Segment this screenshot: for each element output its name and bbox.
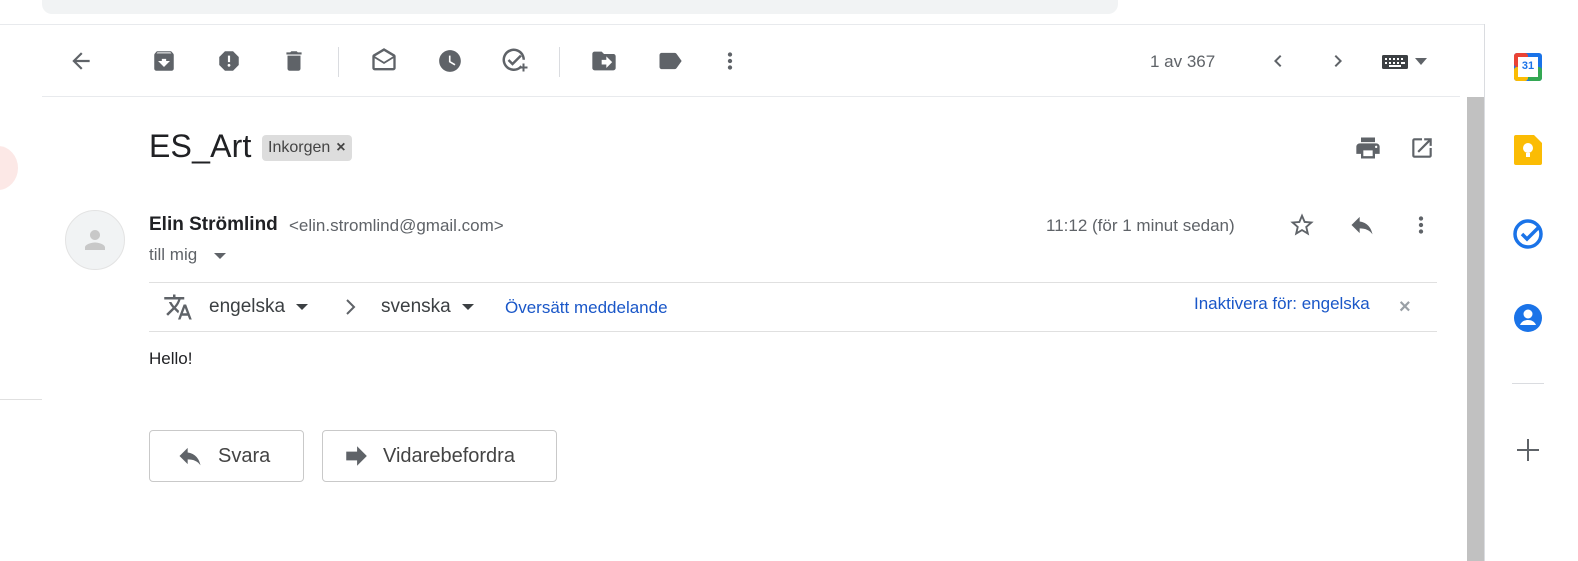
sender-name[interactable]: Elin Strömlind bbox=[149, 214, 278, 236]
chevron-down-icon bbox=[1415, 58, 1427, 66]
reply-button[interactable] bbox=[1342, 205, 1382, 245]
label-chip[interactable]: Inkorgen × bbox=[262, 135, 352, 161]
add-to-tasks-button[interactable] bbox=[495, 41, 535, 81]
plus-icon bbox=[1517, 439, 1539, 461]
translate-icon bbox=[162, 292, 194, 322]
archive-button[interactable] bbox=[144, 41, 184, 81]
move-to-button[interactable] bbox=[584, 41, 624, 81]
chevron-down-icon bbox=[461, 303, 475, 311]
mark-unread-icon bbox=[370, 47, 398, 75]
keep-app-button[interactable] bbox=[1508, 130, 1548, 170]
chevron-right-icon bbox=[344, 297, 358, 317]
forward-label: Vidarebefordra bbox=[383, 444, 515, 467]
print-icon bbox=[1354, 134, 1382, 162]
toolbar-separator bbox=[338, 47, 339, 77]
translate-bar-bottom-border bbox=[149, 331, 1437, 332]
sender-email: <elin.stromlind@gmail.com> bbox=[289, 216, 504, 235]
forward-icon bbox=[343, 443, 369, 469]
newer-button[interactable] bbox=[1258, 41, 1298, 81]
star-outline-icon bbox=[1288, 211, 1316, 239]
archive-icon bbox=[151, 48, 177, 74]
keep-icon bbox=[1514, 135, 1542, 165]
add-to-tasks-icon bbox=[500, 46, 530, 76]
reply-label: Svara bbox=[218, 444, 271, 467]
chevron-left-icon bbox=[1266, 49, 1290, 73]
remove-label-button[interactable]: × bbox=[336, 139, 345, 157]
target-language: svenska bbox=[381, 296, 451, 317]
target-language-select[interactable]: svenska bbox=[381, 296, 475, 318]
more-vert-icon bbox=[1408, 212, 1434, 238]
side-panel-separator bbox=[1512, 383, 1544, 384]
move-to-icon bbox=[590, 47, 618, 75]
side-panel-border bbox=[1484, 24, 1485, 561]
calendar-day: 31 bbox=[1521, 60, 1535, 72]
translate-message-link[interactable]: Översätt meddelande bbox=[505, 298, 668, 318]
person-icon bbox=[80, 225, 110, 255]
scrollbar-thumb[interactable] bbox=[1467, 97, 1484, 561]
label-button[interactable] bbox=[650, 41, 690, 81]
report-spam-button[interactable] bbox=[209, 41, 249, 81]
delete-button[interactable] bbox=[274, 41, 314, 81]
star-button[interactable] bbox=[1282, 205, 1322, 245]
contacts-icon bbox=[1513, 303, 1543, 333]
tasks-icon bbox=[1513, 219, 1543, 249]
recipient-label: till mig bbox=[149, 245, 198, 264]
back-button[interactable] bbox=[61, 41, 101, 81]
reply-icon bbox=[1348, 211, 1376, 239]
open-in-new-icon bbox=[1409, 135, 1435, 161]
disable-translation-link[interactable]: Inaktivera för: engelska bbox=[1194, 294, 1370, 314]
message-more-button[interactable] bbox=[1401, 205, 1441, 245]
close-translate-bar-button[interactable]: × bbox=[1399, 296, 1411, 319]
calendar-icon: 31 bbox=[1514, 53, 1542, 81]
print-button[interactable] bbox=[1348, 128, 1388, 168]
mark-unread-button[interactable] bbox=[364, 41, 404, 81]
reply-action-button[interactable]: Svara bbox=[149, 430, 304, 482]
report-spam-icon bbox=[216, 48, 242, 74]
contacts-app-button[interactable] bbox=[1508, 298, 1548, 338]
pager-count: 1 av 367 bbox=[1150, 52, 1216, 71]
more-vert-icon bbox=[717, 48, 743, 74]
show-details-button[interactable] bbox=[213, 252, 227, 260]
tasks-app-button[interactable] bbox=[1508, 214, 1548, 254]
reply-icon bbox=[176, 442, 204, 470]
label-icon bbox=[656, 47, 684, 75]
source-language: engelska bbox=[209, 296, 286, 317]
email-body: Hello! bbox=[149, 349, 193, 368]
compose-button-edge[interactable] bbox=[0, 146, 18, 190]
forward-action-button[interactable]: Vidarebefordra bbox=[322, 430, 557, 482]
chevron-right-icon bbox=[1326, 49, 1350, 73]
open-new-window-button[interactable] bbox=[1402, 128, 1442, 168]
chevron-down-icon bbox=[295, 303, 309, 311]
calendar-app-button[interactable]: 31 bbox=[1508, 47, 1548, 87]
snooze-button[interactable] bbox=[430, 41, 470, 81]
header-divider bbox=[0, 24, 1484, 25]
toolbar-divider bbox=[42, 96, 1460, 97]
keyboard-icon bbox=[1381, 52, 1409, 72]
snooze-icon bbox=[437, 48, 463, 74]
nav-divider bbox=[0, 399, 42, 400]
email-subject: ES_Art bbox=[149, 128, 252, 164]
translate-bar-top-border bbox=[149, 282, 1437, 283]
search-bar[interactable] bbox=[42, 0, 1118, 14]
back-icon bbox=[68, 48, 94, 74]
source-language-select[interactable]: engelska bbox=[209, 296, 309, 318]
get-addons-button[interactable] bbox=[1508, 430, 1548, 470]
older-button[interactable] bbox=[1318, 41, 1358, 81]
more-options-button[interactable] bbox=[710, 41, 750, 81]
avatar[interactable] bbox=[65, 210, 125, 270]
input-tools-button[interactable] bbox=[1376, 48, 1432, 76]
timestamp: 11:12 (för 1 minut sedan) bbox=[1046, 216, 1235, 235]
label-chip-text: Inkorgen bbox=[268, 139, 331, 156]
toolbar-separator bbox=[559, 47, 560, 77]
delete-icon bbox=[281, 48, 307, 74]
